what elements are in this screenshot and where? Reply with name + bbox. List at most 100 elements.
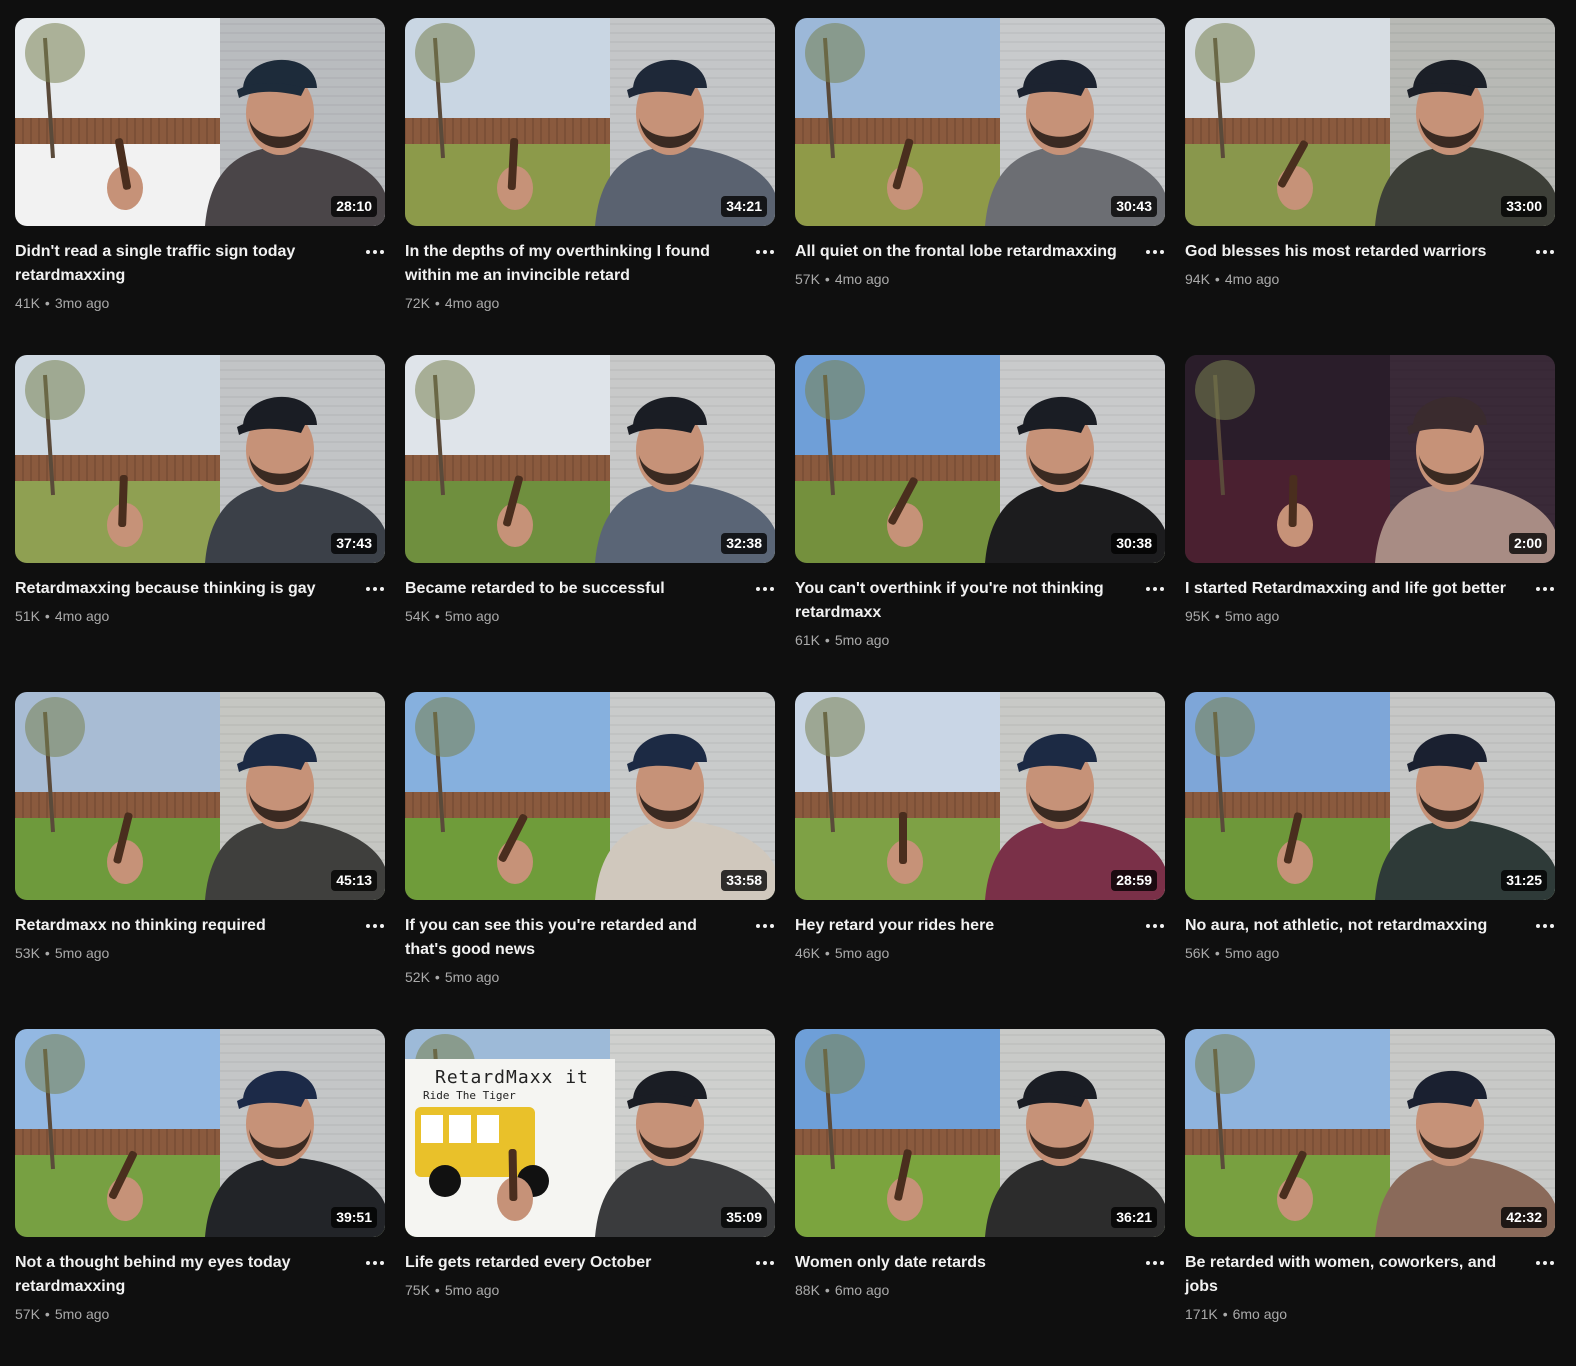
duration-badge: 39:51 xyxy=(331,1207,377,1228)
video-title[interactable]: Not a thought behind my eyes today retar… xyxy=(15,1251,351,1299)
video-card[interactable]: 28:59 Hey retard your rides here 46K • 5mo a… xyxy=(795,692,1165,1029)
upload-age: 4mo ago xyxy=(1224,271,1280,287)
duration-badge: 36:21 xyxy=(1111,1207,1157,1228)
video-card[interactable]: 2:00 I started Retardmaxxing and life got… xyxy=(1185,355,1555,692)
more-vert-icon[interactable] xyxy=(753,1251,777,1275)
separator-dot: • xyxy=(44,295,50,311)
more-vert-icon[interactable] xyxy=(1533,240,1557,264)
upload-age: 6mo ago xyxy=(1232,1306,1288,1322)
hand xyxy=(107,840,143,884)
video-thumbnail[interactable]: 30:38 xyxy=(795,355,1165,563)
video-title[interactable]: Women only date retards xyxy=(795,1251,1131,1275)
video-thumbnail[interactable]: 32:38 xyxy=(405,355,775,563)
hand xyxy=(497,840,533,884)
video-title[interactable]: If you can see this you're retarded and … xyxy=(405,914,741,962)
cigar xyxy=(1288,474,1298,528)
video-details: God blesses his most retarded warriors 94… xyxy=(1185,226,1555,289)
video-details: Hey retard your rides here 46K • 5mo ago xyxy=(795,900,1165,963)
more-vert-icon[interactable] xyxy=(1533,914,1557,938)
video-stats: 46K • 5mo ago xyxy=(795,943,1131,963)
upload-age: 5mo ago xyxy=(1224,945,1280,961)
more-vert-icon[interactable] xyxy=(1143,914,1167,938)
video-stats: 52K • 5mo ago xyxy=(405,967,741,987)
video-card[interactable]: RetardMaxx it Ride The Tiger 35:09 Life get… xyxy=(405,1029,775,1366)
video-title[interactable]: Life gets retarded every October xyxy=(405,1251,741,1275)
video-title[interactable]: Retardmaxx no thinking required xyxy=(15,914,351,938)
duration-badge: 45:13 xyxy=(331,870,377,891)
video-thumbnail[interactable]: RetardMaxx it Ride The Tiger 35:09 xyxy=(405,1029,775,1237)
video-details: Life gets retarded every October 75K • 5mo … xyxy=(405,1237,775,1300)
separator-dot: • xyxy=(1214,945,1220,961)
more-vert-icon[interactable] xyxy=(1533,577,1557,601)
tree-foliage xyxy=(805,23,865,83)
video-thumbnail[interactable]: 31:25 xyxy=(1185,692,1555,900)
video-card[interactable]: 30:38 You can't overthink if you're not t… xyxy=(795,355,1165,692)
hand xyxy=(1277,1177,1313,1221)
video-card[interactable]: 45:13 Retardmaxx no thinking required 53K •… xyxy=(15,692,385,1029)
video-thumbnail[interactable]: 37:43 xyxy=(15,355,385,563)
video-thumbnail[interactable]: 2:00 xyxy=(1185,355,1555,563)
video-title[interactable]: You can't overthink if you're not thinki… xyxy=(795,577,1131,625)
video-thumbnail[interactable]: 36:21 xyxy=(795,1029,1165,1237)
video-stats: 51K • 4mo ago xyxy=(15,606,351,626)
video-stats: 88K • 6mo ago xyxy=(795,1280,1131,1300)
view-count: 56K xyxy=(1185,945,1210,961)
video-thumbnail[interactable]: 33:00 xyxy=(1185,18,1555,226)
more-vert-icon[interactable] xyxy=(1143,240,1167,264)
upload-age: 3mo ago xyxy=(54,295,110,311)
video-title[interactable]: Didn't read a single traffic sign today … xyxy=(15,240,351,288)
video-card[interactable]: 30:43 All quiet on the frontal lobe retar… xyxy=(795,18,1165,355)
video-thumbnail[interactable]: 34:21 xyxy=(405,18,775,226)
video-stats: 171K • 6mo ago xyxy=(1185,1304,1521,1324)
view-count: 46K xyxy=(795,945,820,961)
more-vert-icon[interactable] xyxy=(753,914,777,938)
duration-badge: 34:21 xyxy=(721,196,767,217)
video-thumbnail[interactable]: 33:58 xyxy=(405,692,775,900)
more-vert-icon[interactable] xyxy=(363,240,387,264)
video-card[interactable]: 33:00 God blesses his most retarded warri… xyxy=(1185,18,1555,355)
more-vert-icon[interactable] xyxy=(363,577,387,601)
video-card[interactable]: 28:10 Didn't read a single traffic sign t… xyxy=(15,18,385,355)
video-card[interactable]: 42:32 Be retarded with women, coworkers, … xyxy=(1185,1029,1555,1366)
video-title[interactable]: I started Retardmaxxing and life got bet… xyxy=(1185,577,1521,601)
video-card[interactable]: 33:58 If you can see this you're retarded… xyxy=(405,692,775,1029)
video-title[interactable]: Became retarded to be successful xyxy=(405,577,741,601)
video-stats: 94K • 4mo ago xyxy=(1185,269,1521,289)
tree-foliage xyxy=(415,697,475,757)
more-vert-icon[interactable] xyxy=(753,577,777,601)
tree-foliage xyxy=(25,697,85,757)
more-vert-icon[interactable] xyxy=(1143,577,1167,601)
video-title[interactable]: In the depths of my overthinking I found… xyxy=(405,240,741,288)
view-count: 51K xyxy=(15,608,40,624)
upload-age: 4mo ago xyxy=(834,271,890,287)
video-card[interactable]: 37:43 Retardmaxxing because thinking is g… xyxy=(15,355,385,692)
video-thumbnail[interactable]: 39:51 xyxy=(15,1029,385,1237)
more-vert-icon[interactable] xyxy=(363,914,387,938)
video-card[interactable]: 31:25 No aura, not athletic, not retardma… xyxy=(1185,692,1555,1029)
more-vert-icon[interactable] xyxy=(363,1251,387,1275)
video-title[interactable]: Retardmaxxing because thinking is gay xyxy=(15,577,351,601)
video-card[interactable]: 39:51 Not a thought behind my eyes today … xyxy=(15,1029,385,1366)
video-thumbnail[interactable]: 28:59 xyxy=(795,692,1165,900)
video-title[interactable]: Hey retard your rides here xyxy=(795,914,1131,938)
video-title[interactable]: No aura, not athletic, not retardmaxxing xyxy=(1185,914,1521,938)
video-thumbnail[interactable]: 45:13 xyxy=(15,692,385,900)
more-vert-icon[interactable] xyxy=(753,240,777,264)
video-title[interactable]: God blesses his most retarded warriors xyxy=(1185,240,1521,264)
video-title[interactable]: Be retarded with women, coworkers, and j… xyxy=(1185,1251,1521,1299)
more-vert-icon[interactable] xyxy=(1143,1251,1167,1275)
video-card[interactable]: 36:21 Women only date retards 88K • 6mo ago xyxy=(795,1029,1165,1366)
video-thumbnail[interactable]: 30:43 xyxy=(795,18,1165,226)
tree-foliage xyxy=(25,1034,85,1094)
more-vert-icon[interactable] xyxy=(1533,1251,1557,1275)
view-count: 72K xyxy=(405,295,430,311)
video-stats: 53K • 5mo ago xyxy=(15,943,351,963)
video-title[interactable]: All quiet on the frontal lobe retardmaxx… xyxy=(795,240,1131,264)
video-thumbnail[interactable]: 42:32 xyxy=(1185,1029,1555,1237)
separator-dot: • xyxy=(824,632,830,648)
video-card[interactable]: 32:38 Became retarded to be successful 54K… xyxy=(405,355,775,692)
separator-dot: • xyxy=(1214,608,1220,624)
video-thumbnail[interactable]: 28:10 xyxy=(15,18,385,226)
video-stats: 41K • 3mo ago xyxy=(15,293,351,313)
video-card[interactable]: 34:21 In the depths of my overthinking I … xyxy=(405,18,775,355)
